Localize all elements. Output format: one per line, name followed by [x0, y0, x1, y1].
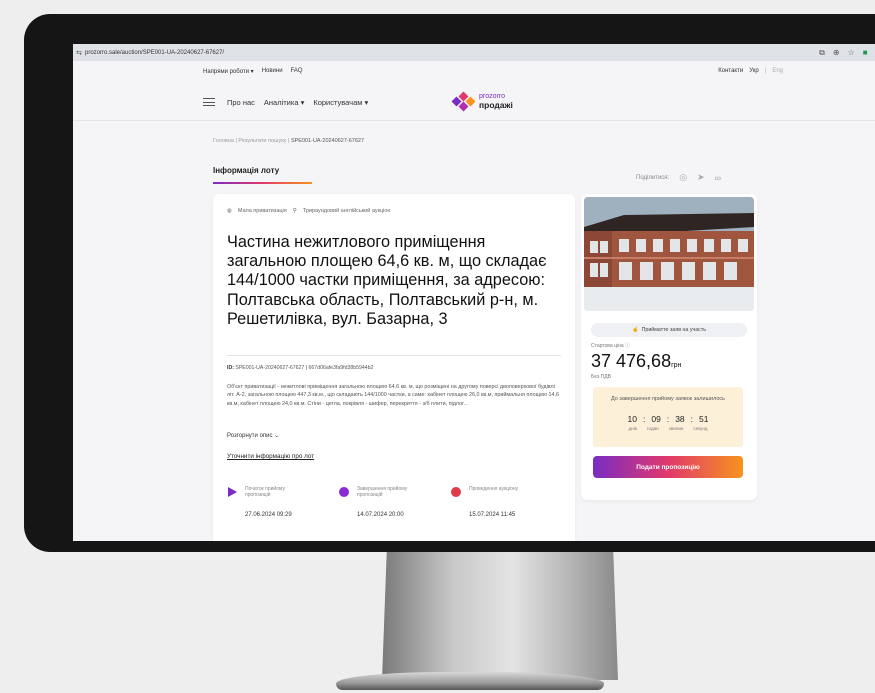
timeline-label: Початок прийому пропозицій [245, 486, 285, 498]
lot-id-label: ID: [227, 365, 234, 371]
breadcrumb-current: SPE001-UA-20240627-67627 [290, 138, 365, 144]
countdown-separator: : [690, 414, 694, 424]
extension-green-icon[interactable]: ■ [863, 48, 868, 57]
auction-icon: ⚲ [292, 208, 297, 214]
screen-icon[interactable]: ⧉ [819, 48, 825, 58]
viber-icon[interactable]: ◎ [679, 172, 687, 183]
countdown-days: 10 [627, 414, 637, 424]
submit-bid-button[interactable]: Подати пропозицію [593, 456, 743, 478]
timeline-date: 27.06.2024 09:29 [245, 512, 292, 518]
info-icon[interactable]: ⓘ [625, 343, 630, 349]
price-currency: грн [671, 362, 682, 369]
countdown-separator: : [666, 414, 670, 424]
start-price: 37 476,68грн [591, 351, 681, 372]
nav-faq[interactable]: FAQ [291, 68, 303, 75]
browser-screen: ⇆ prozorro.sale/auction/SPE001-UA-202406… [73, 44, 875, 541]
lang-eng[interactable]: Eng [772, 68, 783, 74]
timeline-label: Проведення аукціону [469, 486, 519, 492]
tab-lot-info[interactable]: Інформація лоту [213, 166, 279, 175]
timeline-label: Завершення прийому пропозицій [357, 486, 408, 498]
red-dot-icon [451, 487, 461, 497]
zoom-icon[interactable]: ⊕ [833, 48, 840, 57]
breadcrumb-results[interactable]: Результати пошуку [238, 138, 286, 144]
lot-id: ID: SPE001-UA-20240627-67627 | 667d06afe… [227, 365, 373, 371]
lang-ukr[interactable]: Укр [749, 68, 759, 74]
countdown-units: днів годин хвилин секунд [593, 426, 743, 431]
unit-seconds: секунд [693, 426, 708, 431]
timeline-date: 14.07.2024 20:00 [357, 512, 404, 518]
main-navigation: Про нас Аналітика ▾ Користувачам ▾ prozo… [203, 91, 803, 112]
lot-id-value: SPE001-UA-20240627-67627 | 667d06afe3fa9… [235, 365, 374, 371]
logo-line-2: продажі [479, 100, 513, 110]
lot-description: Об'єкт приватизації - нежитлові приміщен… [227, 384, 559, 407]
link-icon[interactable]: ∞ [715, 173, 721, 183]
share-label: Поділитися: [636, 174, 670, 181]
star-icon[interactable]: ☆ [848, 48, 855, 57]
vat-note: Без ПДВ [591, 374, 611, 380]
lang-separator: | [764, 68, 767, 74]
countdown-title: До завершення прийому заявок залишилось [610, 396, 726, 402]
share-section: Поділитися: ◎ ➤ ∞ [636, 172, 721, 183]
start-price-label: Стартова ціна ⓘ [591, 342, 630, 349]
timeline-date: 15.07.2024 11:45 [469, 512, 516, 518]
nav-contacts[interactable]: Контакти [718, 68, 743, 74]
browser-toolbar-icons: ⧉ ⊕ ☆ ■ ✐ ✎ [819, 44, 875, 61]
applications-status-pill: ☝ Прийматте заяв на участь [591, 323, 747, 337]
site-settings-icon[interactable]: ⇆ [73, 49, 85, 57]
breadcrumb-home[interactable]: Головна [213, 138, 234, 144]
countdown-separator: : [642, 414, 646, 424]
tag-auction-type: Трираундовий англійський аукціон [302, 208, 391, 214]
clarify-lot-link[interactable]: Уточнити інформацію про лот [227, 453, 314, 460]
card-divider [227, 355, 561, 356]
top-navigation: Напрями роботи ▾ Новини FAQ Контакти Укр… [203, 68, 783, 80]
menu-icon[interactable] [203, 98, 215, 106]
tab-active-indicator [213, 182, 312, 184]
unit-minutes: хвилин [668, 426, 684, 431]
countdown-seconds: 51 [699, 414, 709, 424]
nav-about[interactable]: Про нас [227, 98, 255, 107]
monitor-stand [382, 552, 618, 680]
header-divider [73, 120, 875, 121]
lot-photo[interactable] [584, 197, 754, 311]
lot-title: Частина нежитлового приміщення загальною… [227, 233, 547, 328]
breadcrumb-separator: | [287, 138, 290, 144]
hand-icon: ☝ [631, 327, 639, 333]
unit-hours: годин [647, 426, 659, 431]
unit-days: днів [628, 426, 637, 431]
start-price-text: Стартова ціна [591, 343, 624, 349]
countdown-box: До завершення прийому заявок залишилось … [593, 387, 743, 447]
tag-small-privatization: Мала приватизація [237, 208, 287, 214]
breadcrumb: Головна | Результати пошуку | SPE001-UA-… [213, 138, 364, 144]
expand-description-link[interactable]: Розгорнути опис ⌄ [227, 432, 279, 439]
nav-analytics[interactable]: Аналітика ▾ [264, 98, 304, 107]
url-text[interactable]: prozorro.sale/auction/SPE001-UA-20240627… [85, 50, 224, 56]
breadcrumb-separator: | [235, 138, 237, 144]
lot-info-card: ◍ Мала приватизація ⚲ Трираундовий англі… [213, 194, 575, 541]
applications-status-label: Прийматте заяв на участь [641, 327, 707, 333]
small-privatization-icon: ◍ [227, 208, 232, 214]
auction-timeline: Початок прийому пропозицій 27.06.2024 09… [227, 486, 547, 526]
monitor-bezel: ⇆ prozorro.sale/auction/SPE001-UA-202406… [24, 14, 875, 552]
countdown-values: 10 : 09 : 38 : 51 [593, 414, 743, 424]
monitor-stand-base [336, 672, 604, 690]
countdown-minutes: 38 [675, 414, 685, 424]
nav-news[interactable]: Новини [262, 68, 283, 75]
countdown-hours: 09 [651, 414, 661, 424]
play-icon [228, 487, 237, 497]
lot-tags: ◍ Мала приватизація ⚲ Трираундовий англі… [227, 208, 390, 214]
price-side-card: ☝ Прийматте заяв на участь Стартова ціна… [581, 194, 757, 500]
nav-users[interactable]: Користувачам ▾ [313, 98, 368, 107]
price-value: 37 476,68 [591, 351, 672, 371]
telegram-icon[interactable]: ➤ [697, 172, 705, 183]
nav-directions[interactable]: Напрями роботи ▾ [203, 68, 254, 75]
prozorro-logo[interactable]: prozorro продажі [451, 91, 513, 112]
purple-dot-icon [339, 487, 349, 497]
logo-diamond-icon [451, 91, 476, 112]
browser-address-bar[interactable]: ⇆ prozorro.sale/auction/SPE001-UA-202406… [73, 44, 875, 61]
